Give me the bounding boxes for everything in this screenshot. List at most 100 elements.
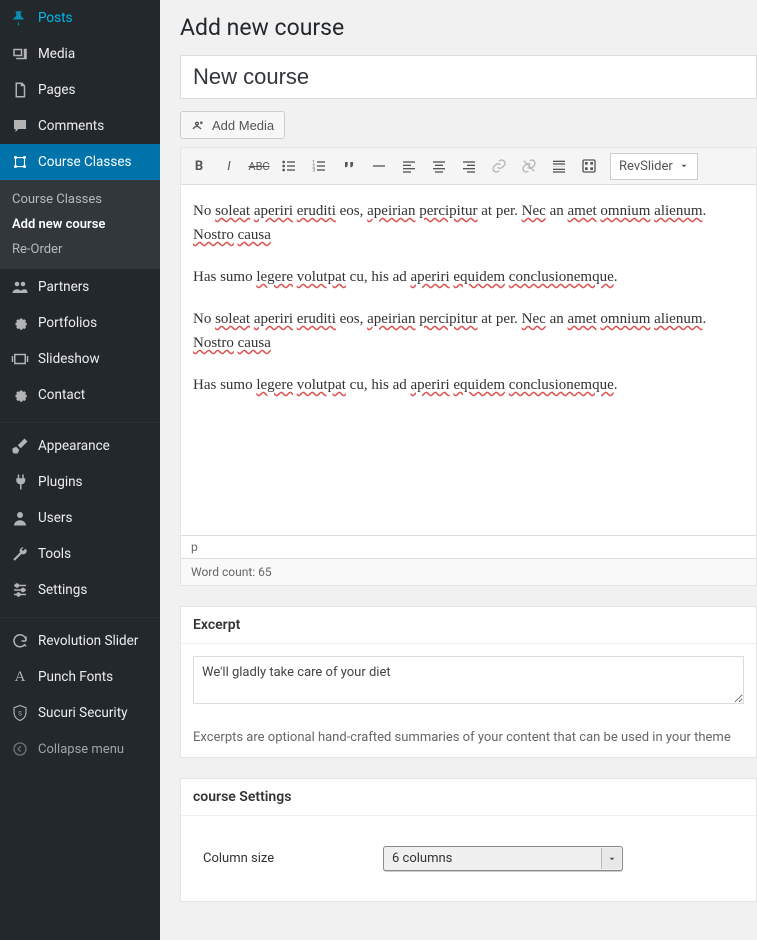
brush-icon: [10, 436, 30, 456]
sidebar-label: Pages: [38, 82, 76, 98]
sidebar-item-course-classes[interactable]: Course Classes: [0, 144, 160, 180]
sidebar-item-settings[interactable]: Settings: [0, 572, 160, 608]
sidebar-label: Comments: [38, 118, 104, 134]
sidebar-label: Course Classes: [38, 154, 131, 170]
sidebar-label: Portfolios: [38, 315, 97, 331]
word-count: Word count: 65: [181, 558, 756, 585]
admin-sidebar: Posts Media Pages Comments Course Classe…: [0, 0, 160, 940]
hr-button[interactable]: [364, 151, 394, 181]
sidebar-label: Appearance: [38, 438, 110, 454]
dropdown-label: RevSlider: [619, 159, 673, 174]
excerpt-textarea[interactable]: [193, 656, 744, 704]
submenu-item-add-new-course[interactable]: Add new course: [0, 212, 160, 237]
sidebar-submenu: Course Classes Add new course Re-Order: [0, 180, 160, 269]
chevron-down-icon: [601, 848, 621, 869]
font-icon: A: [10, 667, 30, 687]
select-value: 6 columns: [383, 846, 623, 871]
column-size-label: Column size: [203, 851, 383, 866]
sidebar-label: Revolution Slider: [38, 633, 138, 649]
sidebar-label: Users: [38, 510, 72, 526]
add-media-button[interactable]: Add Media: [180, 111, 285, 139]
settings-heading: course Settings: [181, 779, 756, 816]
svg-text:S: S: [18, 710, 22, 717]
user-icon: [10, 508, 30, 528]
main-content: Add new course Add Media B I ABC 123: [160, 0, 757, 940]
numbered-list-button[interactable]: 123: [304, 151, 334, 181]
sidebar-item-pages[interactable]: Pages: [0, 72, 160, 108]
course-settings-box: course Settings Column size 6 columns: [180, 778, 757, 902]
editor-content[interactable]: No soleat aperiri eruditi eos, apeirian …: [181, 185, 756, 535]
sidebar-item-contact[interactable]: Contact: [0, 377, 160, 413]
unlink-button[interactable]: [514, 151, 544, 181]
page-title: Add new course: [180, 14, 757, 41]
shield-icon: S: [10, 703, 30, 723]
editor: B I ABC 123 RevSlider No: [180, 147, 757, 586]
comment-icon: [10, 116, 30, 136]
bold-button[interactable]: B: [184, 151, 214, 181]
sidebar-label: Media: [38, 46, 75, 62]
excerpt-heading: Excerpt: [181, 607, 756, 644]
plug-icon: [10, 472, 30, 492]
editor-toolbar: B I ABC 123 RevSlider: [181, 148, 756, 185]
chevron-down-icon: [679, 161, 689, 171]
column-size-select[interactable]: 6 columns: [383, 846, 623, 871]
align-right-button[interactable]: [454, 151, 484, 181]
sidebar-item-slideshow[interactable]: Slideshow: [0, 341, 160, 377]
sidebar-label: Punch Fonts: [38, 669, 113, 685]
sidebar-label: Partners: [38, 279, 89, 295]
submenu-item-course-classes[interactable]: Course Classes: [0, 187, 160, 212]
slides-icon: [10, 349, 30, 369]
excerpt-box: Excerpt Excerpts are optional hand-craft…: [180, 606, 757, 758]
pin-icon: [10, 8, 30, 28]
sidebar-item-sucuri-security[interactable]: S Sucuri Security: [0, 695, 160, 731]
menu-separator: [0, 613, 160, 618]
sidebar-label: Tools: [38, 546, 71, 562]
blockquote-button[interactable]: [334, 151, 364, 181]
sidebar-item-appearance[interactable]: Appearance: [0, 428, 160, 464]
sidebar-item-partners[interactable]: Partners: [0, 269, 160, 305]
sidebar-label: Posts: [38, 10, 72, 26]
editor-path: p: [181, 535, 756, 558]
toolbar-toggle-button[interactable]: [574, 151, 604, 181]
post-title-input[interactable]: [180, 55, 757, 99]
sidebar-item-punch-fonts[interactable]: A Punch Fonts: [0, 659, 160, 695]
wrench-icon: [10, 544, 30, 564]
svg-text:3: 3: [312, 167, 315, 173]
sidebar-item-tools[interactable]: Tools: [0, 536, 160, 572]
course-icon: [10, 152, 30, 172]
sidebar-label: Slideshow: [38, 351, 100, 367]
sidebar-label: Sucuri Security: [38, 705, 128, 721]
sidebar-label: Plugins: [38, 474, 83, 490]
italic-button[interactable]: I: [214, 151, 244, 181]
revslider-dropdown[interactable]: RevSlider: [610, 153, 698, 180]
strikethrough-button[interactable]: ABC: [244, 151, 274, 181]
bullet-list-button[interactable]: [274, 151, 304, 181]
gear-icon: [10, 385, 30, 405]
align-center-button[interactable]: [424, 151, 454, 181]
sidebar-item-comments[interactable]: Comments: [0, 108, 160, 144]
media-icon: [191, 117, 207, 133]
sidebar-label: Contact: [38, 387, 85, 403]
submenu-item-reorder[interactable]: Re-Order: [0, 237, 160, 262]
menu-separator: [0, 418, 160, 423]
gear-icon: [10, 313, 30, 333]
sidebar-item-portfolios[interactable]: Portfolios: [0, 305, 160, 341]
collapse-label: Collapse menu: [38, 742, 124, 757]
sidebar-item-media[interactable]: Media: [0, 36, 160, 72]
sidebar-item-revolution-slider[interactable]: Revolution Slider: [0, 623, 160, 659]
more-button[interactable]: [544, 151, 574, 181]
add-media-label: Add Media: [212, 118, 274, 133]
sidebar-item-plugins[interactable]: Plugins: [0, 464, 160, 500]
refresh-icon: [10, 631, 30, 651]
users-icon: [10, 277, 30, 297]
collapse-menu-button[interactable]: Collapse menu: [0, 731, 160, 767]
excerpt-help: Excerpts are optional hand-crafted summa…: [181, 720, 756, 757]
collapse-icon: [10, 739, 30, 759]
link-button[interactable]: [484, 151, 514, 181]
sliders-icon: [10, 580, 30, 600]
sidebar-label: Settings: [38, 582, 87, 598]
page-icon: [10, 80, 30, 100]
align-left-button[interactable]: [394, 151, 424, 181]
sidebar-item-users[interactable]: Users: [0, 500, 160, 536]
sidebar-item-posts[interactable]: Posts: [0, 0, 160, 36]
